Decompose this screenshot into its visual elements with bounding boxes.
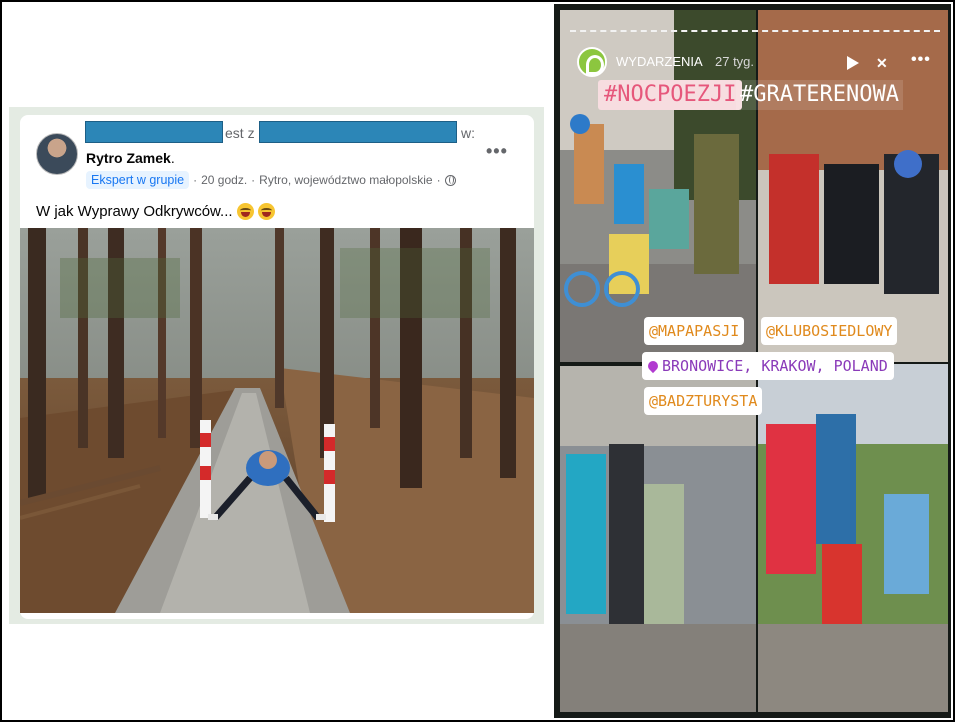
- post-photo[interactable]: [20, 228, 534, 613]
- mention-sticker[interactable]: @MAPAPASJI: [644, 317, 745, 345]
- story-progress-bar: [570, 30, 940, 32]
- author-name-text[interactable]: Rytro Zamek: [86, 150, 171, 166]
- author-name-suffix: .: [170, 150, 175, 166]
- instagram-story[interactable]: WYDARZENIA 27 tyg. ✕ ••• #NOCPOEZJI #GRA…: [554, 4, 951, 718]
- post-text: W jak Wyprawy Odkrywców...: [36, 203, 275, 220]
- redacted-group-block: [259, 121, 457, 143]
- more-options-icon[interactable]: •••: [911, 51, 931, 69]
- meta-separator-1: ·: [193, 173, 198, 187]
- author-name[interactable]: Rytro Zamek.: [86, 150, 175, 166]
- post-location[interactable]: Rytro, województwo małopolskie: [259, 173, 432, 187]
- forest-path-photo: [20, 228, 534, 613]
- post-meta: Ekspert w grupie · 20 godz. · Rytro, woj…: [86, 171, 456, 189]
- hashtag-sticker[interactable]: #NOCPOEZJI: [598, 80, 743, 110]
- hashtag-sticker[interactable]: #GRATERENOWA: [736, 80, 903, 110]
- globe-icon: [444, 174, 456, 186]
- story-account-name[interactable]: WYDARZENIA: [616, 54, 703, 69]
- location-pin-icon: [645, 358, 661, 374]
- header-text-fragment-2: w:: [461, 125, 475, 141]
- mention-sticker[interactable]: @BADZTURYSTA: [644, 387, 763, 415]
- author-avatar[interactable]: [36, 133, 78, 175]
- location-text: BRONOWICE, KRAKOW, POLAND: [662, 357, 888, 375]
- expert-badge[interactable]: Ekspert w grupie: [86, 171, 190, 189]
- mention-sticker[interactable]: @KLUBOSIEDLOWY: [761, 317, 898, 345]
- story-time: 27 tyg.: [715, 54, 755, 69]
- location-sticker[interactable]: BRONOWICE, KRAKOW, POLAND: [642, 352, 894, 380]
- mute-icon[interactable]: ✕: [876, 55, 888, 72]
- laughing-emoji-icon: [236, 203, 254, 220]
- post-time[interactable]: 20 godz.: [201, 173, 247, 187]
- meta-separator-2: ·: [251, 173, 256, 187]
- facebook-feed-area: est z w: Rytro Zamek. ••• Ekspert w grup…: [9, 107, 544, 624]
- play-icon[interactable]: [847, 56, 859, 70]
- redacted-name-block: [85, 121, 223, 143]
- facebook-post-card: est z w: Rytro Zamek. ••• Ekspert w grup…: [20, 115, 534, 619]
- account-logo-icon[interactable]: [577, 47, 607, 77]
- more-options-icon[interactable]: •••: [486, 141, 508, 162]
- post-text-content: W jak Wyprawy Odkrywców...: [36, 203, 233, 220]
- laughing-emoji-icon: [257, 203, 275, 220]
- header-text-fragment-1: est z: [225, 125, 255, 141]
- meta-separator-3: ·: [436, 173, 441, 187]
